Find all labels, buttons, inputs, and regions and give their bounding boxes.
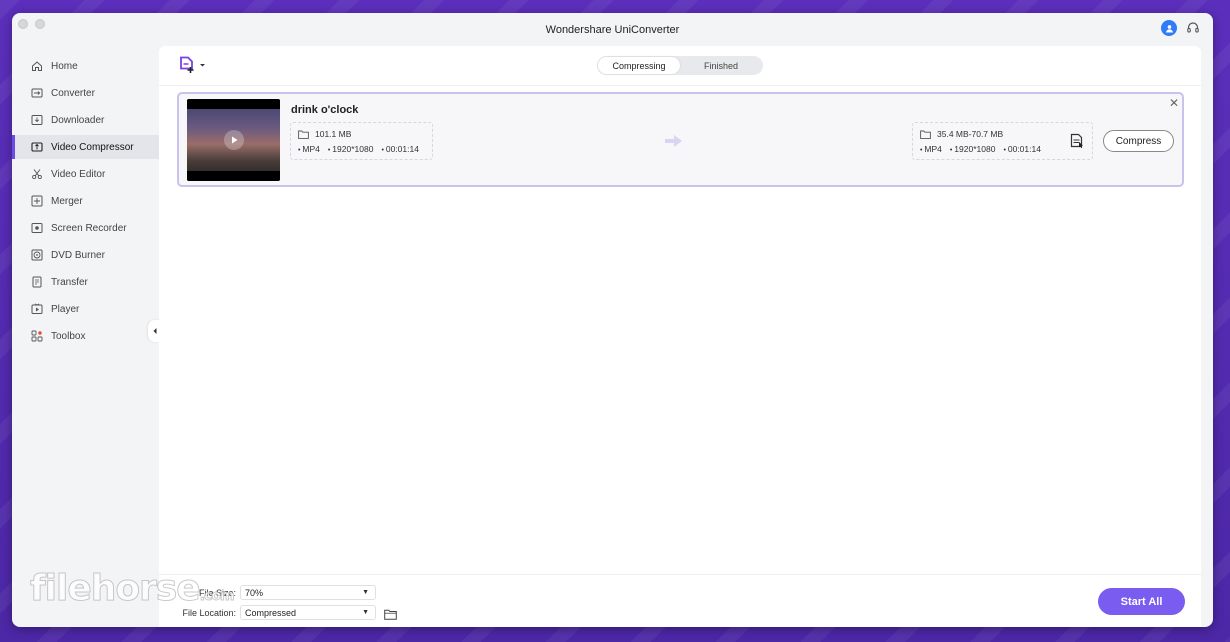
sidebar-item-video-editor[interactable]: Video Editor (12, 162, 159, 186)
downloader-icon (31, 114, 43, 126)
watermark-suffix: .com (199, 588, 235, 605)
sidebar-item-label: Transfer (51, 276, 88, 288)
source-resolution: 1920*1080 (328, 144, 373, 154)
sidebar-item-merger[interactable]: Merger (12, 189, 159, 213)
sidebar-item-label: Player (51, 303, 80, 315)
target-resolution: 1920*1080 (950, 144, 995, 154)
user-account-icon[interactable] (1161, 20, 1177, 36)
sidebar-item-video-compressor[interactable]: Video Compressor (12, 135, 159, 159)
letterbox-top (187, 99, 280, 109)
compress-settings-icon[interactable] (1069, 133, 1085, 154)
chevron-down-icon[interactable] (199, 63, 206, 68)
close-icon[interactable]: ✕ (1169, 96, 1179, 110)
sidebar-item-label: Video Editor (51, 168, 106, 180)
start-all-button[interactable]: Start All (1098, 588, 1185, 615)
file-location-label: File Location: (182, 608, 236, 618)
main-panel: Compressing Finished drink o'clock 101.1… (159, 46, 1201, 627)
title-icons (1161, 20, 1201, 36)
chevron-down-icon: ▼ (362, 609, 369, 616)
footer: File Size: 70% ▼ File Location: Compress… (159, 574, 1201, 627)
play-icon (232, 136, 238, 144)
sidebar: Home Converter Downloader Video Compress… (12, 46, 159, 627)
file-location-value: Compressed (245, 607, 297, 618)
transfer-icon (31, 276, 43, 288)
file-name: drink o'clock (291, 104, 359, 116)
compressor-icon (31, 141, 43, 153)
app-window: Wondershare UniConverter Home Converter … (12, 13, 1213, 627)
target-format: MP4 (920, 144, 941, 154)
target-duration: 00:01:14 (1003, 144, 1041, 154)
watermark-logo: filehorse.com (30, 568, 236, 610)
watermark-text: filehorse (30, 568, 202, 610)
sidebar-item-label: Converter (51, 87, 95, 99)
player-icon (31, 303, 43, 315)
close-window-button[interactable] (18, 19, 28, 29)
file-location-select[interactable]: Compressed ▼ (240, 605, 376, 620)
chevron-left-icon (153, 328, 157, 334)
file-size-select[interactable]: 70% ▼ (240, 585, 376, 600)
home-icon (31, 60, 43, 72)
scissors-icon (31, 168, 43, 180)
folder-icon (298, 130, 309, 139)
disc-icon (31, 249, 43, 261)
minimize-window-button[interactable] (35, 19, 45, 29)
letterbox-bottom (187, 171, 280, 181)
tab-compressing[interactable]: Compressing (598, 57, 680, 74)
chevron-down-icon: ▼ (362, 589, 369, 596)
tab-finished[interactable]: Finished (680, 57, 762, 74)
task-card: drink o'clock 101.1 MB MP4 1920*1080 00:… (177, 92, 1184, 187)
sidebar-item-converter[interactable]: Converter (12, 81, 159, 105)
file-size-value: 70% (245, 587, 264, 598)
arrow-right-icon (664, 134, 684, 153)
source-size: 101.1 MB (315, 129, 352, 139)
target-size: 35.4 MB-70.7 MB (937, 129, 1004, 139)
sidebar-item-label: Screen Recorder (51, 222, 127, 234)
source-info: 101.1 MB MP4 1920*1080 00:01:14 (290, 122, 433, 160)
source-duration: 00:01:14 (381, 144, 419, 154)
sidebar-item-toolbox[interactable]: Toolbox (12, 324, 159, 348)
sidebar-item-transfer[interactable]: Transfer (12, 270, 159, 294)
sidebar-item-label: Toolbox (51, 330, 86, 342)
compress-button[interactable]: Compress (1103, 130, 1174, 152)
titlebar: Wondershare UniConverter (12, 13, 1213, 46)
sidebar-item-label: Home (51, 60, 78, 72)
window-controls (18, 19, 45, 29)
source-format: MP4 (298, 144, 319, 154)
folder-icon (920, 130, 931, 139)
video-thumbnail[interactable] (187, 99, 280, 181)
support-headset-icon[interactable] (1185, 20, 1201, 36)
sidebar-item-home[interactable]: Home (12, 54, 159, 78)
sidebar-item-label: Merger (51, 195, 83, 207)
sidebar-item-screen-recorder[interactable]: Screen Recorder (12, 216, 159, 240)
play-button[interactable] (224, 130, 244, 150)
sidebar-item-downloader[interactable]: Downloader (12, 108, 159, 132)
toolbar: Compressing Finished (159, 46, 1201, 86)
sidebar-item-dvd-burner[interactable]: DVD Burner (12, 243, 159, 267)
merger-icon (31, 195, 43, 207)
converter-icon (31, 87, 43, 99)
open-folder-icon[interactable] (384, 607, 397, 625)
add-file-icon (180, 56, 194, 73)
sidebar-item-label: DVD Burner (51, 249, 105, 261)
window-title: Wondershare UniConverter (545, 23, 680, 36)
target-info: 35.4 MB-70.7 MB MP4 1920*1080 00:01:14 (912, 122, 1093, 160)
add-file-button[interactable] (178, 56, 206, 74)
status-tabs: Compressing Finished (597, 56, 763, 75)
screen-recorder-icon (31, 222, 43, 234)
sidebar-item-label: Video Compressor (51, 141, 134, 153)
toolbox-icon (31, 330, 43, 342)
sidebar-item-player[interactable]: Player (12, 297, 159, 321)
sidebar-item-label: Downloader (51, 114, 105, 126)
